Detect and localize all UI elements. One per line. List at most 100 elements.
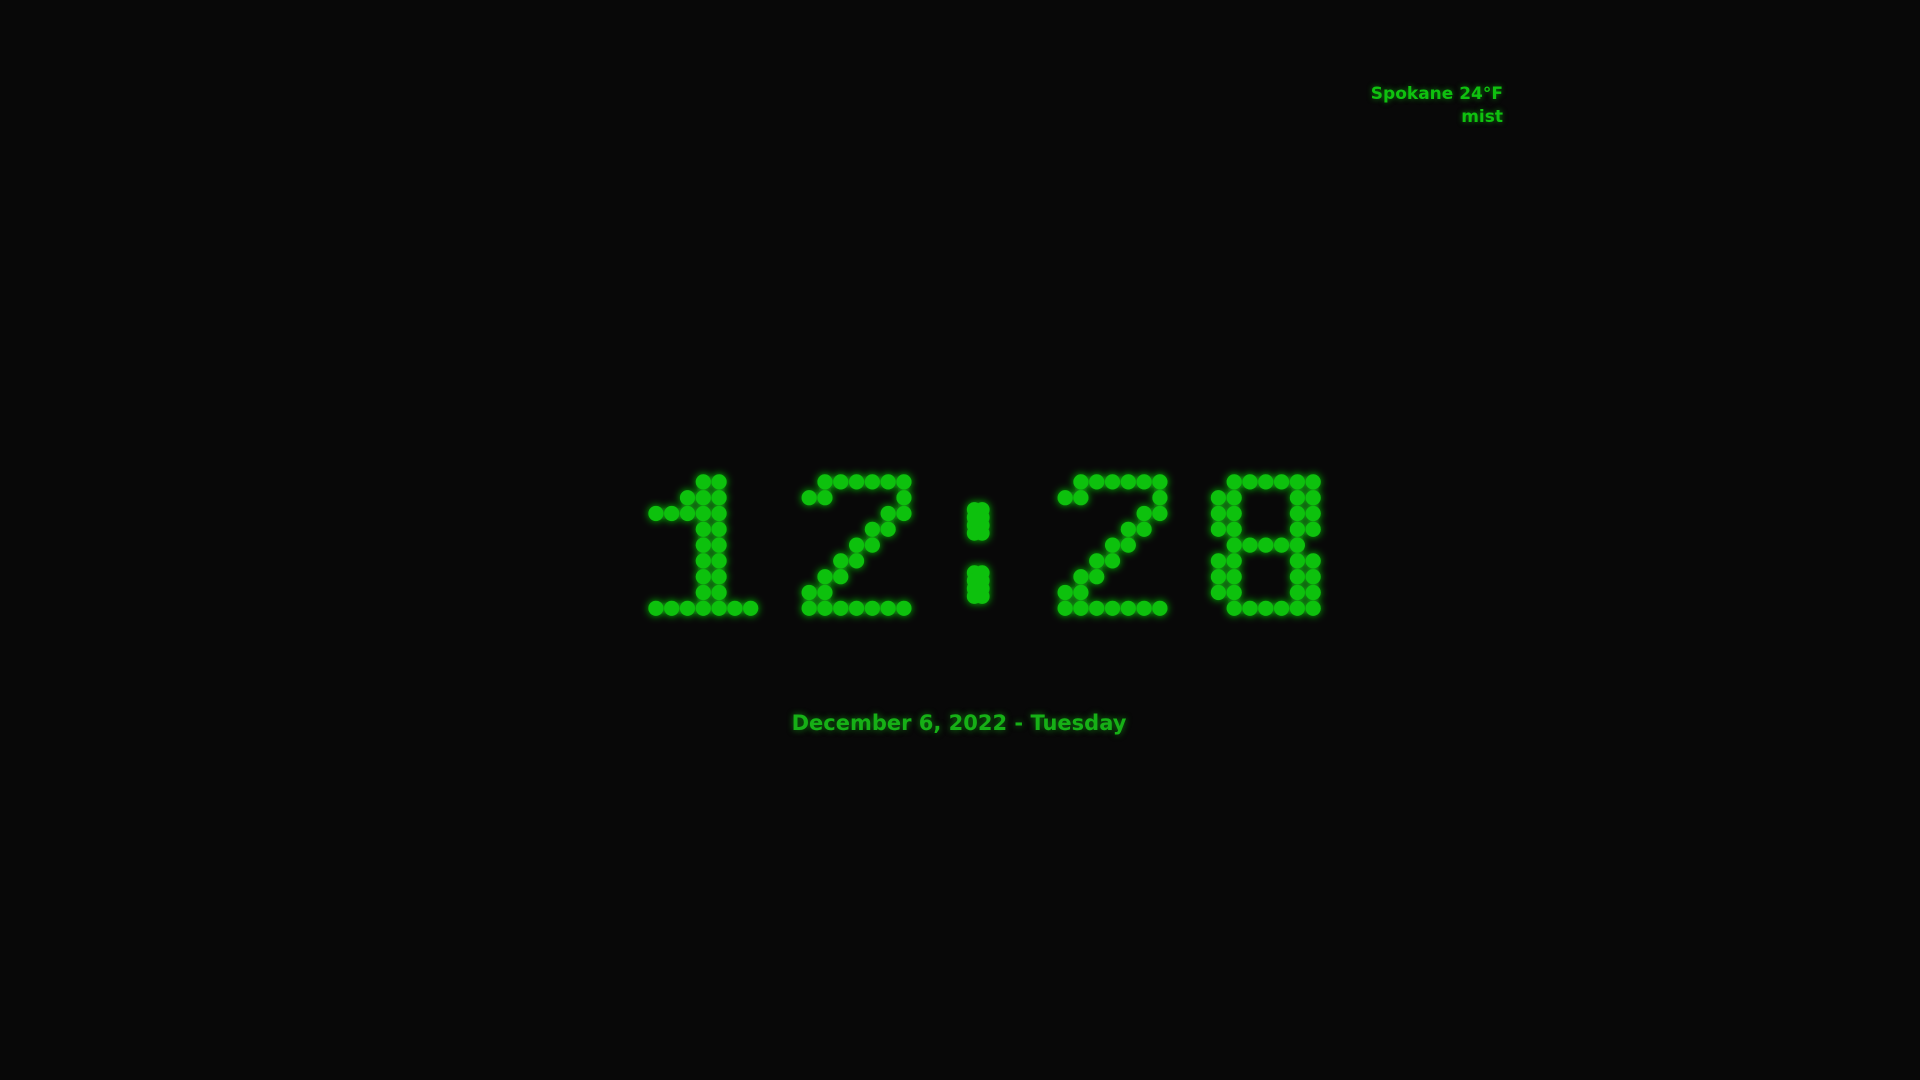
clock-digit-dot <box>1073 474 1089 490</box>
clock-digit-dot <box>711 553 727 569</box>
clock-digit-dot <box>1305 600 1321 616</box>
clock-digit-dot <box>848 537 865 553</box>
clock-digit-dot <box>1152 490 1168 506</box>
clock-digit-dot <box>1104 600 1121 616</box>
clock-digit-dot <box>1305 553 1321 569</box>
clock-digit-dot <box>833 474 849 490</box>
clock-digit-dot <box>1152 600 1168 616</box>
clock-digit-dot <box>833 553 849 569</box>
clock-digit-dot <box>711 505 727 522</box>
clock-digit-dot <box>1136 505 1152 522</box>
clock-digit-dot <box>695 569 711 585</box>
clock-digit-dot <box>848 553 865 569</box>
clock-digit-dot <box>1089 600 1105 616</box>
clock-digit-dot <box>896 505 912 522</box>
clock-digit-dot <box>711 600 727 616</box>
clock-digit-dot <box>1242 474 1258 490</box>
clock-digit-dot <box>817 474 833 490</box>
clock-digit-dot <box>880 505 896 522</box>
clock-digit-dot <box>880 600 896 616</box>
weather-location-temp: Spokane 24°F <box>1370 84 1503 104</box>
clock-digit-dot <box>1152 505 1168 522</box>
clock-colon-dot <box>974 525 990 541</box>
clock-digit-dot <box>1089 553 1105 569</box>
clock-digit-dot <box>695 537 711 553</box>
clock-digit-dot <box>1120 521 1136 537</box>
clock-digit-dot <box>1289 600 1305 616</box>
clock-digit-dot <box>1226 537 1242 553</box>
clock-digit-dot <box>695 600 711 616</box>
clock-digit-dot <box>833 600 849 616</box>
clock-digit-dot <box>801 600 817 616</box>
clock-digit-dot <box>648 505 664 522</box>
clock-digit-dot <box>679 505 696 522</box>
clock-digit-dot <box>1273 474 1290 490</box>
screensaver: Spokane 24°F mist December 6, 2022 - Tue… <box>0 0 1920 1080</box>
clock-digit-dot <box>1104 537 1121 553</box>
clock-digit-dot <box>695 553 711 569</box>
clock-digit-dot <box>1226 553 1242 569</box>
clock-digit-dot <box>817 600 833 616</box>
clock-digit-dot <box>1289 521 1305 537</box>
clock-digit-dot <box>1226 474 1242 490</box>
clock-digit-dot <box>1210 569 1226 585</box>
clock-digit-dot <box>1258 537 1274 553</box>
clock-digit-dot <box>864 600 880 616</box>
clock-digit-dot <box>711 537 727 553</box>
clock-digit-dot <box>1210 490 1226 506</box>
clock-digit-dot <box>1089 569 1105 585</box>
clock-digit-dot <box>695 490 711 506</box>
clock-digit-dot <box>1226 490 1242 506</box>
clock-digit-dot <box>695 584 711 601</box>
date-label: December 6, 2022 - Tuesday <box>791 711 1127 735</box>
clock-digit-dot <box>711 584 727 601</box>
clock-digit-dot <box>864 474 880 490</box>
clock-digit-dot <box>1104 474 1121 490</box>
clock-digit-dot <box>1152 474 1168 490</box>
clock-digit-dot <box>1273 600 1290 616</box>
clock-digit-dot <box>848 474 865 490</box>
clock-digit-dot <box>1210 584 1226 601</box>
clock-digit-dot <box>1289 505 1305 522</box>
clock-digit-dot <box>711 569 727 585</box>
clock-digit-dot <box>1073 584 1089 601</box>
clock-digit-dot <box>1136 600 1152 616</box>
clock-digit-dot <box>1073 569 1089 585</box>
weather-widget: Spokane 24°F mist <box>1371 83 1503 129</box>
clock-digit-dot <box>1073 490 1089 506</box>
clock-digit-dot <box>1136 521 1152 537</box>
clock-digit-dot <box>1226 521 1242 537</box>
clock-digit-dot <box>1120 600 1136 616</box>
clock-digit-dot <box>1210 505 1226 522</box>
weather-condition: mist <box>1461 107 1503 127</box>
clock-digit-dot <box>864 537 880 553</box>
clock-digit-dot <box>1242 537 1258 553</box>
clock-digit-dot <box>1226 505 1242 522</box>
clock-digit-dot <box>1057 584 1073 601</box>
clock-digit-dot <box>648 600 664 616</box>
clock-digit-dot <box>1289 537 1305 553</box>
clock-digit-dot <box>1305 490 1321 506</box>
clock-digit-dot <box>1305 584 1321 601</box>
clock-digit-dot <box>664 505 680 522</box>
clock-digit-dot <box>1289 474 1305 490</box>
clock-digit-dot <box>695 505 711 522</box>
clock-digit-dot <box>1305 474 1321 490</box>
clock-digit-dot <box>1073 600 1089 616</box>
clock-digit-dot <box>1136 474 1152 490</box>
clock-digit-dot <box>801 490 817 506</box>
clock-digit-dot <box>1289 490 1305 506</box>
clock-digit-dot <box>1226 584 1242 601</box>
clock-digit-dot <box>896 474 912 490</box>
clock-digit-dot <box>817 490 833 506</box>
clock-digit-dot <box>896 600 912 616</box>
clock-digit-dot <box>1057 490 1073 506</box>
clock-digit-dot <box>1289 553 1305 569</box>
clock-digit-dot <box>727 600 743 616</box>
clock-digit-dot <box>664 600 680 616</box>
clock-digit-dot <box>1104 553 1121 569</box>
clock-digit-dot <box>817 584 833 601</box>
clock-digit-dot <box>864 521 880 537</box>
clock-digit-dot <box>801 584 817 601</box>
clock-digit-dot <box>1273 537 1290 553</box>
